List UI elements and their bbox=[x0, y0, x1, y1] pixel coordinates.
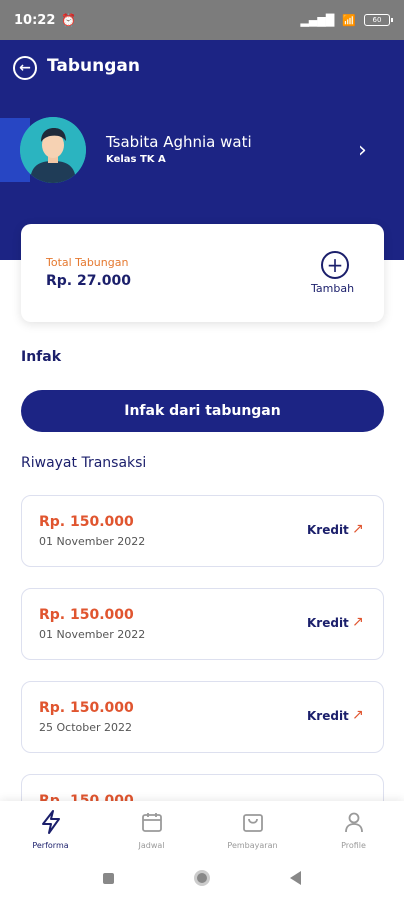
person-icon bbox=[342, 809, 366, 835]
nav-item-performa[interactable]: Performa bbox=[0, 801, 101, 856]
back-system-button[interactable] bbox=[290, 871, 301, 885]
chevron-right-icon[interactable]: › bbox=[358, 138, 367, 163]
transaction-history-title: Riwayat Transaksi bbox=[21, 455, 147, 471]
arrow-up-right-icon: ↗ bbox=[352, 614, 364, 630]
status-time: 10:22 bbox=[14, 12, 56, 28]
transaction-card[interactable]: Rp. 150.000 01 November 2022 Kredit ↗ bbox=[21, 588, 384, 660]
calendar-icon bbox=[140, 809, 164, 835]
transaction-amount: Rp. 150.000 bbox=[39, 514, 134, 530]
transaction-type: Kredit bbox=[307, 616, 349, 630]
arrow-left-icon: ← bbox=[19, 60, 31, 76]
avatar[interactable] bbox=[20, 117, 86, 183]
student-name[interactable]: Tsabita Aghnia wati bbox=[106, 133, 252, 151]
arrow-up-right-icon: ↗ bbox=[352, 707, 364, 723]
recent-apps-button[interactable] bbox=[103, 872, 114, 884]
status-icons: ▂▄▆█ 📶 60 bbox=[300, 13, 393, 27]
battery-level: 60 bbox=[372, 16, 382, 24]
status-bar: 10:22 ⏰ ▂▄▆█ 📶 60 bbox=[0, 0, 404, 40]
arrow-up-right-icon: ↗ bbox=[352, 521, 364, 537]
system-navigation-bar bbox=[0, 856, 404, 900]
infak-from-savings-button[interactable]: Infak dari tabungan bbox=[21, 390, 384, 432]
nav-label: Profile bbox=[341, 841, 366, 850]
nav-label: Jadwal bbox=[138, 841, 165, 850]
nav-item-pembayaran[interactable]: Pembayaran bbox=[202, 801, 303, 856]
nav-item-jadwal[interactable]: Jadwal bbox=[101, 801, 202, 856]
home-button[interactable] bbox=[194, 870, 210, 886]
page-title: Tabungan bbox=[47, 56, 140, 76]
transaction-card[interactable]: Rp. 150.000 25 October 2022 Kredit ↗ bbox=[21, 681, 384, 753]
bottom-navigation: Performa Jadwal Pembayaran Profile bbox=[0, 801, 404, 856]
transaction-date: 01 November 2022 bbox=[39, 535, 146, 548]
plus-circle-icon[interactable]: + bbox=[321, 251, 349, 279]
shopping-bag-icon bbox=[241, 809, 265, 835]
lightning-icon bbox=[39, 809, 63, 835]
total-savings-label: Total Tabungan bbox=[46, 256, 129, 269]
transaction-type: Kredit bbox=[307, 523, 349, 537]
infak-section-title: Infak bbox=[21, 349, 62, 365]
savings-card: Total Tabungan Rp. 27.000 + Tambah bbox=[21, 224, 384, 322]
transaction-type: Kredit bbox=[307, 709, 349, 723]
transaction-amount: Rp. 150.000 bbox=[39, 700, 134, 716]
transaction-date: 25 October 2022 bbox=[39, 721, 133, 734]
add-savings-button[interactable]: Tambah bbox=[311, 282, 354, 295]
transaction-amount: Rp. 150.000 bbox=[39, 607, 134, 623]
nav-label: Pembayaran bbox=[227, 841, 278, 850]
transaction-date: 01 November 2022 bbox=[39, 628, 146, 641]
nav-label: Performa bbox=[32, 841, 69, 850]
nav-item-profile[interactable]: Profile bbox=[303, 801, 404, 856]
wifi-icon: 📶 bbox=[342, 13, 356, 27]
student-class: Kelas TK A bbox=[106, 154, 166, 165]
alarm-icon: ⏰ bbox=[61, 13, 77, 27]
total-savings-value: Rp. 27.000 bbox=[46, 273, 132, 289]
signal-icon: ▂▄▆█ bbox=[300, 13, 335, 27]
transaction-card[interactable]: Rp. 150.000 01 November 2022 Kredit ↗ bbox=[21, 495, 384, 567]
battery-icon: 60 bbox=[364, 14, 393, 26]
back-button[interactable]: ← bbox=[13, 56, 37, 80]
avatar-image bbox=[20, 117, 86, 183]
